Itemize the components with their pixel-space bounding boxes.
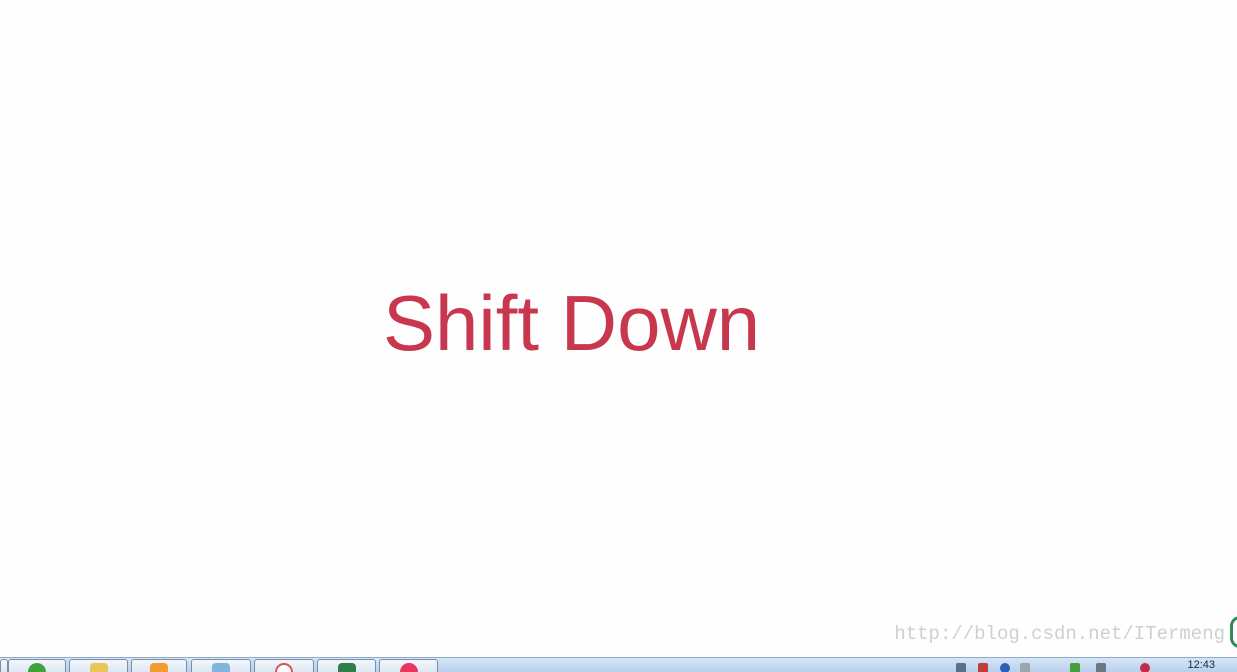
prohibited-app-icon xyxy=(275,663,293,672)
notepad-icon xyxy=(212,663,230,672)
taskbar-button-orange-app[interactable] xyxy=(131,659,187,672)
taskbar-button-prohibited-app[interactable] xyxy=(254,659,314,672)
taskbar-button-notepad[interactable] xyxy=(191,659,251,672)
windows-taskbar: 12:43 xyxy=(0,657,1237,672)
slide-headline: Shift Down xyxy=(383,279,761,367)
folder-icon xyxy=(89,663,108,672)
system-tray: 12:43 xyxy=(940,658,1237,672)
language-icon[interactable] xyxy=(956,663,966,672)
network-icon[interactable] xyxy=(1000,663,1010,672)
app-orange-icon xyxy=(150,663,168,672)
taskbar-clock[interactable]: 12:43 xyxy=(1187,659,1215,671)
flag-icon[interactable] xyxy=(1070,663,1080,672)
presentation-canvas: Shift Down http://blog.csdn.net/ITermeng xyxy=(0,0,1237,657)
taskbar-button-terminal-app[interactable] xyxy=(317,659,376,672)
watermark-text: http://blog.csdn.net/ITermeng xyxy=(894,623,1225,645)
start-button-edge[interactable] xyxy=(0,659,8,672)
monitor-icon[interactable] xyxy=(1020,663,1030,672)
security-icon[interactable] xyxy=(978,663,988,672)
taskbar-button-music-app[interactable] xyxy=(379,659,438,672)
browser-icon xyxy=(28,663,46,672)
floating-assistant-icon[interactable] xyxy=(1230,616,1237,648)
notification-icon[interactable] xyxy=(1140,663,1150,672)
music-app-icon xyxy=(399,663,418,672)
taskbar-button-folder[interactable] xyxy=(69,659,128,672)
taskbar-button-browser[interactable] xyxy=(8,659,66,672)
terminal-app-icon xyxy=(337,663,356,672)
volume-icon[interactable] xyxy=(1096,663,1106,672)
